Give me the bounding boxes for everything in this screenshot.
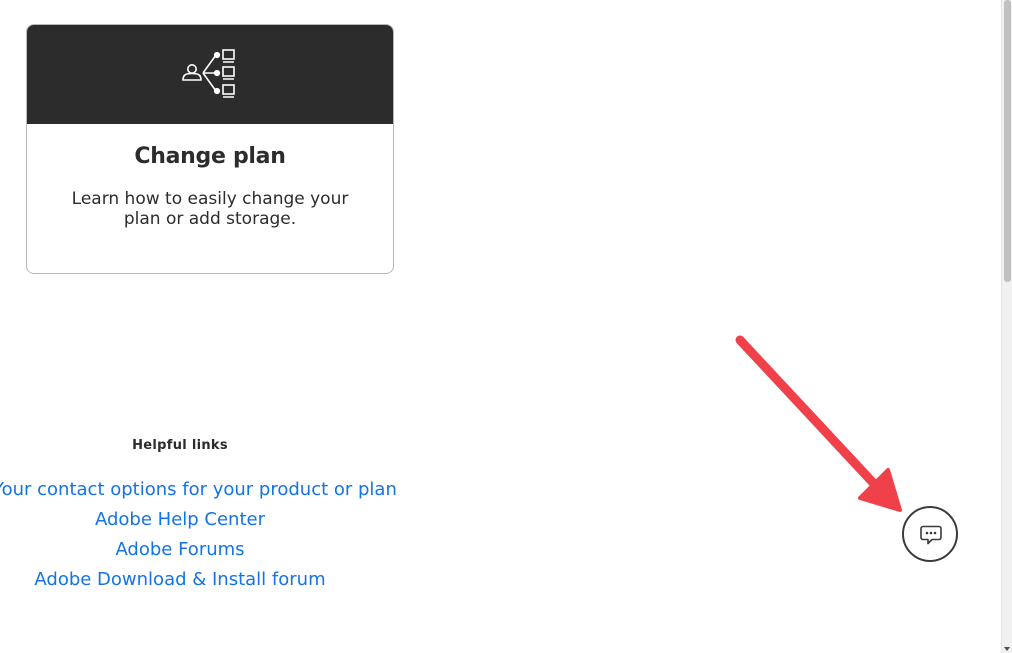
helpful-links-list: Your contact options for your product or… xyxy=(0,475,397,595)
list-item: Adobe Forums xyxy=(0,535,360,565)
page: Change plan Learn how to easily change y… xyxy=(0,0,1012,653)
scroll-down-arrow-icon[interactable] xyxy=(1004,647,1010,651)
change-plan-card[interactable]: Change plan Learn how to easily change y… xyxy=(26,24,394,274)
adobe-help-center-link[interactable]: Adobe Help Center xyxy=(95,509,265,530)
card-description: Learn how to easily change your plan or … xyxy=(71,189,349,229)
adobe-forums-link[interactable]: Adobe Forums xyxy=(115,539,244,560)
list-item: Your contact options for your product or… xyxy=(0,475,397,505)
download-install-forum-link[interactable]: Adobe Download & Install forum xyxy=(34,569,325,590)
chat-bubble-icon xyxy=(920,525,942,545)
chat-button[interactable] xyxy=(902,506,958,562)
vertical-scrollbar[interactable] xyxy=(1001,0,1012,653)
list-item: Adobe Download & Install forum xyxy=(0,565,360,595)
list-item: Adobe Help Center xyxy=(0,505,360,535)
helpful-links-section: Helpful links Your contact options for y… xyxy=(0,438,397,595)
card-header xyxy=(27,25,393,124)
contact-options-link[interactable]: Your contact options for your product or… xyxy=(0,479,397,500)
helpful-links-heading: Helpful links xyxy=(132,438,228,453)
scrollbar-thumb[interactable] xyxy=(1004,0,1011,282)
card-title: Change plan xyxy=(134,144,286,169)
user-hierarchy-icon xyxy=(182,49,235,98)
